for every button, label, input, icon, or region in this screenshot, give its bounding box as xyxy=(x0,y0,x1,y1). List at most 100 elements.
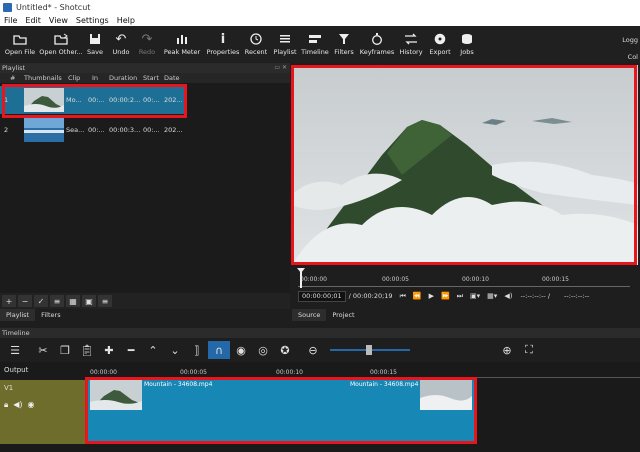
viewer-ruler[interactable]: 00:00:00 00:00:05 00:00:10 00:00:15 xyxy=(292,266,638,288)
copy-icon[interactable]: ❐ xyxy=(54,341,76,359)
zoom-slider-handle[interactable] xyxy=(366,345,372,355)
ripple-icon[interactable]: ◎ xyxy=(252,341,274,359)
save-button[interactable]: Save xyxy=(82,26,108,62)
zoom-icon[interactable]: ▣▾ xyxy=(470,292,480,300)
cut-icon[interactable]: ✂ xyxy=(32,341,54,359)
redo-button[interactable]: ↷ Redo xyxy=(134,26,160,62)
lock-icon[interactable]: 🔒︎ xyxy=(4,400,8,410)
playlist-controls: + − ✓ ≡ ▦ ▣ ≡ xyxy=(0,293,290,309)
details-view-button[interactable]: ≡ xyxy=(50,295,64,307)
export-button[interactable]: Export xyxy=(426,26,454,62)
split-icon[interactable]: ⟧ xyxy=(186,341,208,359)
properties-button[interactable]: i Properties xyxy=(204,26,242,62)
timeline-ruler-line xyxy=(88,377,640,378)
playlist-button[interactable]: Playlist xyxy=(270,26,300,62)
video-preview[interactable] xyxy=(292,65,638,265)
tab-source[interactable]: Source xyxy=(292,309,327,321)
folder-open-icon xyxy=(13,31,27,47)
history-button[interactable]: History xyxy=(396,26,426,62)
timeline-toolbar: ☰ ✂ ❐ 📋︎ ✚ ━ ⌃ ⌄ ⟧ ∩ ◉ ◎ ✪ ⊖ ⊕ ⛶ xyxy=(0,339,640,361)
grid-icon[interactable]: ▦▾ xyxy=(487,292,497,300)
table-row[interactable]: 1 Mo... 00:... 00:00:2... 00:... 202... xyxy=(0,86,184,114)
playlist-table: # Thumbnails Clip In Duration Start Date… xyxy=(0,73,290,293)
track-header-v1[interactable]: V1 🔒︎ ◀) ◉ xyxy=(0,380,87,444)
export-icon xyxy=(434,31,446,47)
menu-view[interactable]: View xyxy=(45,16,72,25)
jobs-button[interactable]: Jobs xyxy=(454,26,480,62)
clip-start-thumbnail xyxy=(90,380,142,410)
playhead-icon[interactable] xyxy=(297,268,305,288)
menu-bar: File Edit View Settings Help xyxy=(0,14,640,26)
play-icon[interactable]: ▶ xyxy=(429,292,434,300)
output-label: Output xyxy=(4,366,29,374)
open-file-button[interactable]: Open File xyxy=(0,26,40,62)
update-clip-button[interactable]: ✓ xyxy=(34,295,48,307)
in-point-label: --:--:--:-- / xyxy=(520,292,551,300)
tab-project[interactable]: Project xyxy=(326,309,360,321)
hide-eye-icon[interactable]: ◉ xyxy=(28,400,35,410)
skip-previous-icon[interactable]: ⏮ xyxy=(400,292,406,301)
menu-edit[interactable]: Edit xyxy=(21,16,45,25)
timeline-menu-icon[interactable]: ☰ xyxy=(4,341,26,359)
filters-button[interactable]: Filters xyxy=(330,26,358,62)
ruler-line xyxy=(298,286,630,287)
history-icon xyxy=(404,31,418,47)
skip-next-icon[interactable]: ⏭ xyxy=(457,292,463,301)
timeline-button[interactable]: Timeline xyxy=(300,26,330,62)
menu-help[interactable]: Help xyxy=(113,16,139,25)
add-clip-button[interactable]: + xyxy=(2,295,16,307)
peak-meter-icon xyxy=(176,31,188,47)
ripple-all-icon[interactable]: ✪ xyxy=(274,341,296,359)
remove-icon[interactable]: ━ xyxy=(120,341,142,359)
open-other-button[interactable]: Open Other... xyxy=(39,26,83,62)
zoom-in-icon[interactable]: ⊕ xyxy=(496,341,518,359)
open-other-icon xyxy=(54,31,68,47)
zoom-slider[interactable] xyxy=(330,345,410,355)
remove-clip-button[interactable]: − xyxy=(18,295,32,307)
volume-icon[interactable]: ◀) xyxy=(504,292,512,300)
lift-icon[interactable]: ⌃ xyxy=(142,341,164,359)
snap-magnet-icon[interactable]: ∩ xyxy=(208,341,230,359)
append-icon[interactable]: ✚ xyxy=(98,341,120,359)
zoom-fit-icon[interactable]: ⛶ xyxy=(518,341,540,359)
overwrite-icon[interactable]: ⌄ xyxy=(164,341,186,359)
icons-view-button[interactable]: ▣ xyxy=(82,295,96,307)
timeline-header: Timeline xyxy=(0,328,640,338)
transport-bar: 00:00:00;01 / 00:00:20;19 ⏮ ⏪ ▶ ⏩ ⏭ ▣▾ ▦… xyxy=(292,288,638,304)
peak-meter-button[interactable]: Peak Meter xyxy=(160,26,204,62)
viewer-tabs: Source Project xyxy=(292,309,638,321)
clip-end-thumbnail xyxy=(420,380,472,410)
timeline-icon xyxy=(308,31,322,47)
mute-icon[interactable]: ◀) xyxy=(13,400,22,410)
recent-button[interactable]: Recent xyxy=(242,26,270,62)
current-time-field[interactable]: 00:00:00;01 xyxy=(298,290,346,302)
keyframes-button[interactable]: Keyframes xyxy=(358,26,396,62)
undo-button[interactable]: ↶ Undo xyxy=(108,26,134,62)
list-icon xyxy=(279,31,291,47)
clock-icon xyxy=(250,31,262,47)
track-name: V1 xyxy=(4,384,14,392)
tab-playlist[interactable]: Playlist xyxy=(0,309,36,321)
fast-forward-icon[interactable]: ⏩ xyxy=(441,292,450,300)
playlist-columns: # Thumbnails Clip In Duration Start Date xyxy=(0,73,290,83)
playlist-menu-button[interactable]: ≡ xyxy=(98,295,112,307)
tiles-view-button[interactable]: ▦ xyxy=(66,295,80,307)
rewind-icon[interactable]: ⏪ xyxy=(413,292,422,300)
table-row[interactable]: 2 Sea... 00:... 00:00:3... 00:... 202... xyxy=(0,116,184,144)
paste-icon[interactable]: 📋︎ xyxy=(76,341,98,359)
stopwatch-icon xyxy=(371,31,383,47)
info-icon: i xyxy=(220,31,226,47)
menu-settings[interactable]: Settings xyxy=(72,16,113,25)
tab-filters[interactable]: Filters xyxy=(35,309,66,321)
redo-icon: ↷ xyxy=(141,31,153,47)
toolbar-overflow[interactable]: Logg Col xyxy=(622,32,638,66)
title-bar: Untitled* - Shotcut xyxy=(0,0,640,14)
dock-controls-icon[interactable]: ▭ ✕ xyxy=(274,63,287,73)
scrub-eye-icon[interactable]: ◉ xyxy=(230,341,252,359)
timeline-clip[interactable]: Mountain - 34608.mp4 Mountain - 34608.mp… xyxy=(88,380,474,444)
save-icon xyxy=(89,31,101,47)
playlist-header: Playlist ▭ ✕ xyxy=(0,63,290,73)
zoom-out-icon[interactable]: ⊖ xyxy=(302,341,324,359)
window-title: Untitled* - Shotcut xyxy=(16,2,91,12)
menu-file[interactable]: File xyxy=(0,16,21,25)
